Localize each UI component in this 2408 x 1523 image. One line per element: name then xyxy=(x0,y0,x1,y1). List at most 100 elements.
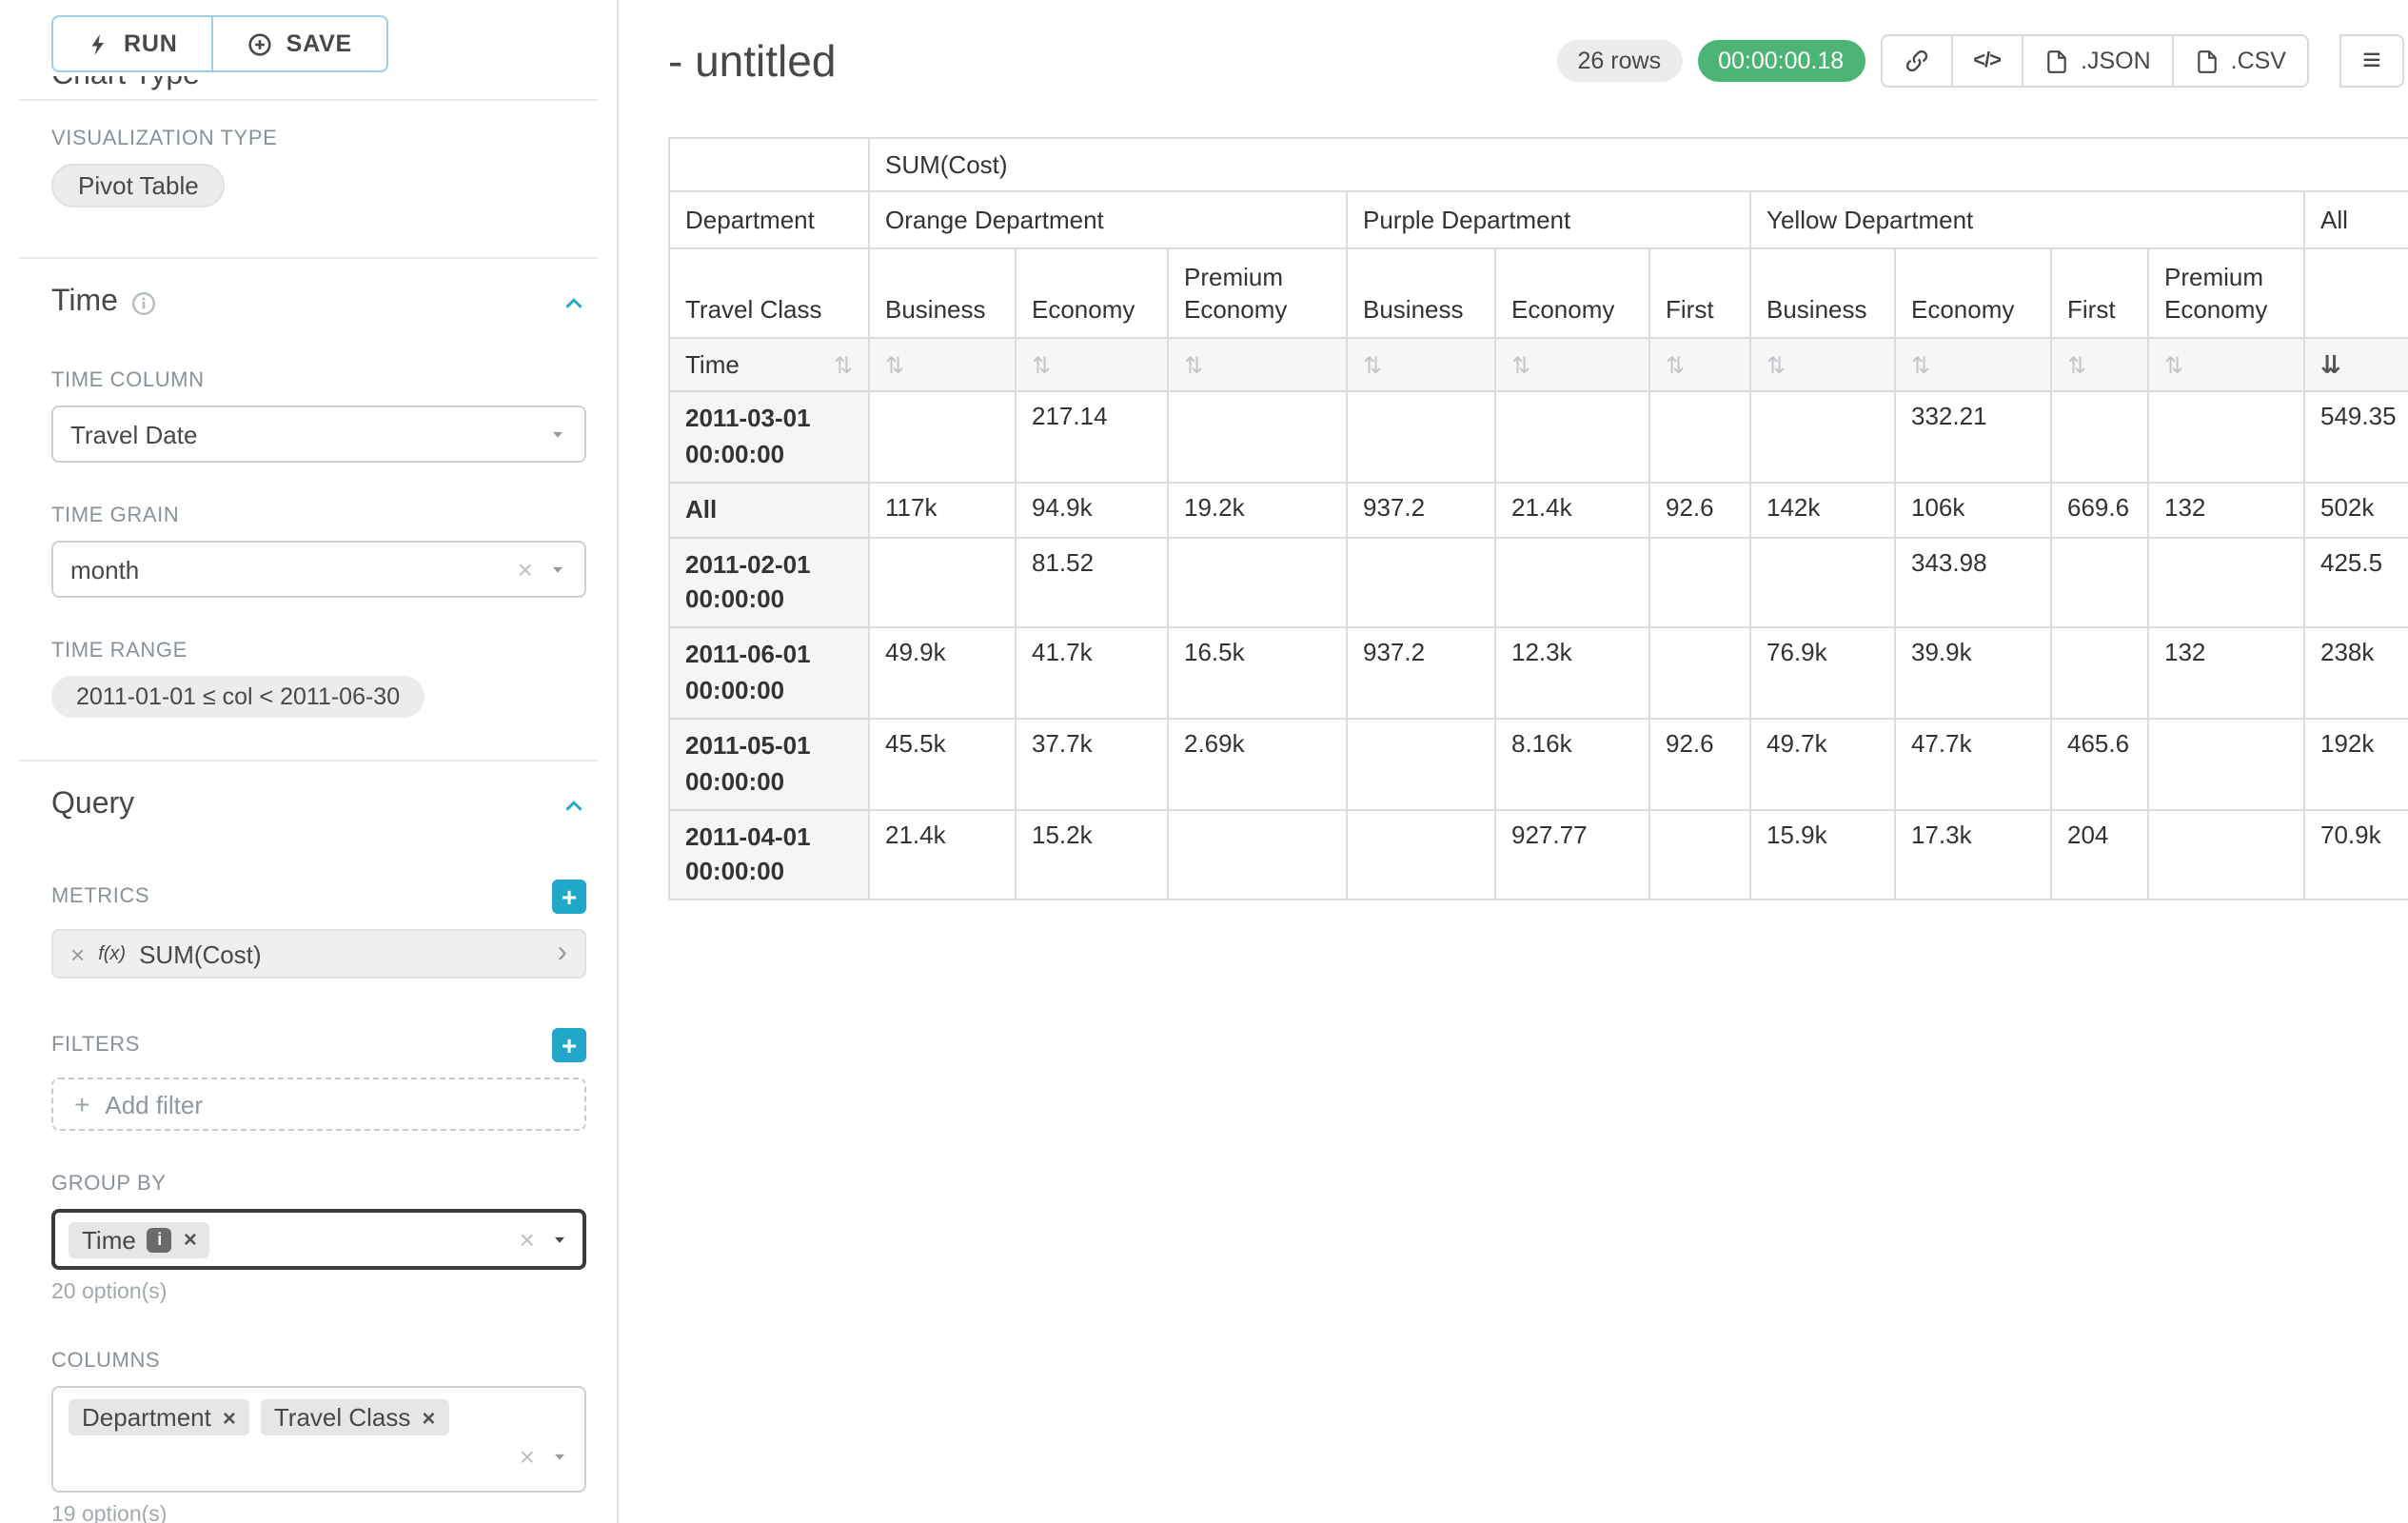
cell: 21.4k xyxy=(869,809,1016,900)
export-json-button[interactable]: .JSON xyxy=(2022,34,2174,88)
caret-down-icon[interactable] xyxy=(548,560,567,579)
query-section-title: Query xyxy=(51,788,134,822)
columns-tag[interactable]: Travel Class × xyxy=(261,1399,449,1435)
run-button-label: RUN xyxy=(124,30,178,57)
cell: 937.2 xyxy=(1347,482,1495,537)
time-dimension-header: Time ⇅ xyxy=(669,338,869,391)
query-section-header[interactable]: Query xyxy=(51,788,586,822)
sort-icon[interactable]: ⇅ xyxy=(885,352,904,379)
cell: 81.52 xyxy=(1016,537,1168,627)
group-by-tag[interactable]: Time i × xyxy=(69,1221,210,1257)
sort-icon[interactable]: ⇅ xyxy=(1666,352,1685,379)
add-filter-plus-button[interactable]: + xyxy=(552,1028,586,1062)
cell: 92.6 xyxy=(1649,482,1750,537)
query-section: Query METRICS + × f(x) SUM(Cost) › FILTE… xyxy=(0,762,617,1523)
cell: 39.9k xyxy=(1895,627,2051,718)
sort-icon[interactable]: ⇅ xyxy=(1767,352,1786,379)
remove-tag-icon[interactable]: × xyxy=(223,1406,236,1429)
group-by-label: GROUP BY xyxy=(51,1173,586,1196)
sort-icon[interactable]: ⇅ xyxy=(1032,352,1051,379)
clear-icon[interactable]: × xyxy=(520,1226,535,1253)
sort-icon[interactable]: ⇅ xyxy=(1911,352,1930,379)
column-header: Business xyxy=(1750,248,1895,338)
time-grain-select[interactable]: month × xyxy=(51,541,586,598)
run-button[interactable]: RUN xyxy=(51,15,214,72)
row-label: 2011-04-01 00:00:00 xyxy=(669,809,869,900)
sort-icon[interactable]: ⇅ xyxy=(2164,352,2183,379)
sort-icon[interactable]: ⇅ xyxy=(2067,352,2086,379)
metric-item[interactable]: × f(x) SUM(Cost) › xyxy=(51,929,586,979)
info-badge-icon: i xyxy=(148,1227,172,1252)
columns-tag[interactable]: Department × xyxy=(69,1399,249,1435)
sort-cell: ⇅ xyxy=(1168,338,1347,391)
chart-type-heading: Chart Type xyxy=(0,76,617,99)
chevron-up-icon[interactable] xyxy=(562,793,586,818)
time-grain-value: month xyxy=(70,555,139,583)
row-dimension-header: Travel Class xyxy=(669,248,869,338)
sort-desc-icon[interactable]: ⇊ xyxy=(2320,352,2341,381)
caret-down-icon[interactable] xyxy=(548,425,567,444)
row-label: 2011-03-01 00:00:00 xyxy=(669,391,869,482)
cell: 669.6 xyxy=(2051,482,2148,537)
time-column-label: TIME COLUMN xyxy=(51,369,586,392)
column-group-header: Orange Department xyxy=(869,191,1347,248)
cell: 217.14 xyxy=(1016,391,1168,482)
cell xyxy=(2148,719,2304,809)
cell: 192k xyxy=(2304,719,2408,809)
cell xyxy=(2148,809,2304,900)
sort-row: Time ⇅ ⇅ ⇅ ⇅ ⇅ ⇅ ⇅ ⇅ ⇅ ⇅ ⇅ ⇊ xyxy=(669,338,2408,391)
clear-icon[interactable]: × xyxy=(520,1443,535,1470)
visualization-type-value[interactable]: Pivot Table xyxy=(51,164,226,208)
cell xyxy=(2051,627,2148,718)
chevron-up-icon[interactable] xyxy=(562,290,586,315)
table-row: 2011-05-01 00:00:00 45.5k 37.7k 2.69k 8.… xyxy=(669,719,2408,809)
metrics-label: METRICS xyxy=(51,885,149,908)
sort-cell: ⇅ xyxy=(1495,338,1649,391)
cell xyxy=(1649,537,1750,627)
cell xyxy=(1168,809,1347,900)
cell: 142k xyxy=(1750,482,1895,537)
cell: 549.35 xyxy=(2304,391,2408,482)
metric-name: SUM(Cost) xyxy=(139,940,262,968)
columns-label: COLUMNS xyxy=(51,1350,586,1373)
cell xyxy=(1750,391,1895,482)
chart-title[interactable]: - untitled xyxy=(668,35,836,87)
add-filter-button[interactable]: + Add filter xyxy=(51,1078,586,1131)
sort-icon[interactable]: ⇅ xyxy=(834,353,853,376)
column-group-header: Yellow Department xyxy=(1750,191,2304,248)
chevron-right-icon[interactable]: › xyxy=(557,939,567,969)
cell: 21.4k xyxy=(1495,482,1649,537)
file-icon xyxy=(2044,49,2069,73)
time-section-header[interactable]: Time xyxy=(51,286,586,320)
cell: 132 xyxy=(2148,482,2304,537)
view-query-button[interactable]: </> xyxy=(1950,34,2023,88)
remove-tag-icon[interactable]: × xyxy=(184,1228,197,1251)
column-group-header: Purple Department xyxy=(1347,191,1750,248)
share-link-button[interactable] xyxy=(1880,34,1952,88)
remove-tag-icon[interactable]: × xyxy=(422,1406,435,1429)
clear-icon[interactable]: × xyxy=(518,556,533,583)
sort-cell: ⇅ xyxy=(1750,338,1895,391)
remove-metric-icon[interactable]: × xyxy=(70,941,85,966)
metric-header-row: SUM(Cost) xyxy=(669,138,2408,191)
column-header: Economy xyxy=(1016,248,1168,338)
sort-icon[interactable]: ⇅ xyxy=(1184,352,1203,379)
export-csv-button[interactable]: .CSV xyxy=(2172,34,2309,88)
export-json-label: .JSON xyxy=(2081,48,2151,74)
save-button[interactable]: SAVE xyxy=(212,15,388,72)
row-label: 2011-02-01 00:00:00 xyxy=(669,537,869,627)
caret-down-icon[interactable] xyxy=(550,1230,569,1249)
sort-icon[interactable]: ⇅ xyxy=(1511,352,1530,379)
group-by-select[interactable]: Time i × × xyxy=(51,1209,586,1270)
time-column-select[interactable]: Travel Date xyxy=(51,405,586,463)
cell: 343.98 xyxy=(1895,537,2051,627)
cell xyxy=(2148,391,2304,482)
columns-select[interactable]: Department × Travel Class × × xyxy=(51,1386,586,1493)
sort-icon[interactable]: ⇅ xyxy=(1363,352,1382,379)
column-header: Business xyxy=(869,248,1016,338)
sort-cell: ⇅ xyxy=(869,338,1016,391)
caret-down-icon[interactable] xyxy=(550,1447,569,1466)
time-range-value[interactable]: 2011-01-01 ≤ col < 2011-06-30 xyxy=(51,676,424,718)
more-options-button[interactable]: ≡ xyxy=(2339,34,2404,88)
add-metric-button[interactable]: + xyxy=(552,880,586,914)
